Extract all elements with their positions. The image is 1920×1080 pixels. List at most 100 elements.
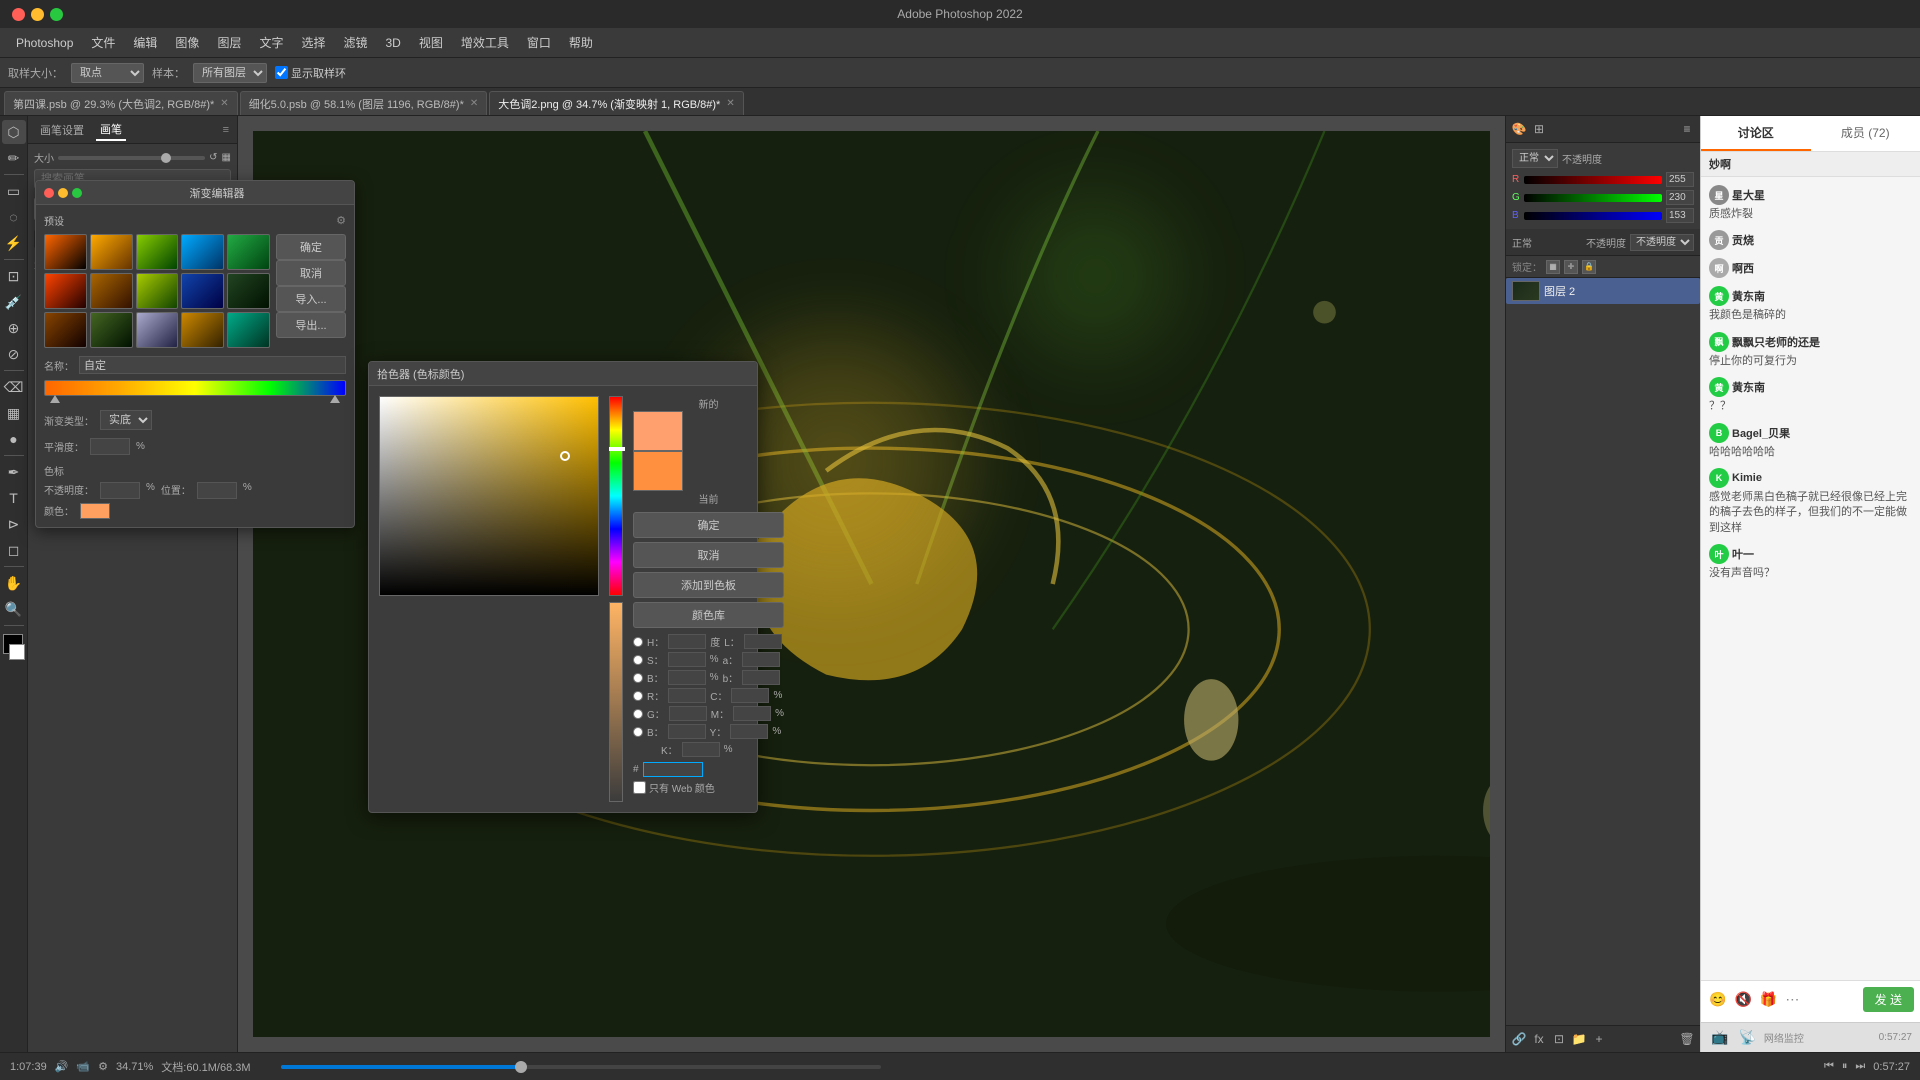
menu-select[interactable]: 选择 [293, 30, 333, 55]
brush-settings-tab[interactable]: 画笔设置 [36, 120, 88, 140]
cp-alpha-strip[interactable] [609, 602, 623, 802]
ge-color-swatch[interactable] [80, 503, 110, 519]
minimize-button[interactable] [31, 8, 44, 21]
new-layer-btn[interactable]: + [1590, 1030, 1608, 1048]
show-ring-checkbox-label[interactable]: 显示取样环 [275, 65, 346, 81]
cp-L-input[interactable]: 92 [744, 634, 782, 649]
cp-hue-strip[interactable] [609, 396, 623, 596]
tab-2-close[interactable]: ✕ [470, 98, 478, 109]
brush-panel-close[interactable]: ≡ [223, 124, 229, 136]
sample-select[interactable]: 所有图层 当前图层 [193, 63, 267, 83]
tool-stamp[interactable]: ⊘ [2, 342, 26, 366]
size-slider[interactable] [58, 156, 205, 160]
chat-more-btn[interactable]: ⋯ [1783, 989, 1801, 1010]
close-button[interactable] [12, 8, 25, 21]
ge-name-input[interactable] [79, 356, 238, 374]
ge-max[interactable] [72, 188, 82, 198]
cp-G-radio[interactable] [633, 709, 643, 719]
ge-preset-10[interactable] [227, 273, 238, 309]
canvas-area[interactable]: 拾色器 (色标颜色) [238, 116, 1505, 1052]
tool-brush[interactable]: ✏ [2, 146, 26, 170]
cp-add-swatches-btn[interactable]: 添加到色板 [633, 572, 784, 598]
cp-B-input[interactable]: 100 [668, 670, 706, 685]
cp-web-only-checkbox[interactable] [633, 781, 646, 794]
cp-B-radio[interactable] [633, 673, 643, 683]
brush-tab[interactable]: 画笔 [96, 119, 126, 141]
tool-gradient[interactable]: ▦ [2, 401, 26, 425]
progress-bar[interactable] [281, 1065, 881, 1069]
tab-1[interactable]: 第四课.psb @ 29.3% (大色调2, RGB/8#)* ✕ [4, 91, 238, 115]
cp-B2-input[interactable]: 153 [668, 724, 706, 739]
menu-image[interactable]: 图像 [167, 30, 207, 55]
tool-shape[interactable]: ◻ [2, 538, 26, 562]
lock-pixels-btn[interactable]: ▦ [1546, 260, 1560, 274]
status-pause-icon[interactable]: ⏸ [1842, 1060, 1848, 1073]
cp-K-input[interactable]: 0 [682, 742, 720, 757]
tool-eyedropper[interactable]: 💉 [2, 290, 26, 314]
menu-window[interactable]: 窗口 [519, 30, 559, 55]
color-r-input[interactable] [1666, 172, 1694, 187]
tab-3[interactable]: 大色调2.png @ 34.7% (渐变映射 1, RGB/8#)* ✕ [489, 91, 743, 115]
menu-type[interactable]: 文字 [251, 30, 291, 55]
layer-opacity-select[interactable]: 不透明度 [1630, 234, 1694, 251]
cp-H-radio[interactable] [633, 637, 643, 647]
tool-dodge[interactable]: ● [2, 427, 26, 451]
tool-marquee[interactable]: ▭ [2, 179, 26, 203]
add-style-btn[interactable]: fx [1530, 1030, 1548, 1048]
cp-gradient-box[interactable] [379, 396, 599, 596]
chat-gift-btn[interactable]: 🎁 [1758, 989, 1779, 1010]
tab-1-close[interactable]: ✕ [220, 98, 228, 109]
tool-lasso[interactable]: ◌ [2, 205, 26, 229]
ge-preset-15[interactable] [227, 312, 238, 348]
cp-M-input[interactable]: 13 [733, 706, 771, 721]
color-mode-select[interactable]: 正常 [1512, 149, 1558, 168]
menu-layer[interactable]: 图层 [209, 30, 249, 55]
cp-R-input[interactable]: 255 [668, 688, 706, 703]
delete-layer-btn[interactable]: 🗑 [1678, 1030, 1696, 1048]
panel-menu-icon[interactable]: ≡ [1678, 120, 1696, 138]
color-b-input[interactable] [1666, 208, 1694, 223]
menu-help[interactable]: 帮助 [561, 30, 601, 55]
ge-opacity-input[interactable] [100, 482, 140, 499]
cp-G-input[interactable]: 230 [669, 706, 707, 721]
ge-preset-8[interactable] [136, 273, 179, 309]
menu-photoshop[interactable]: Photoshop [8, 32, 81, 54]
ge-preset-5[interactable] [227, 234, 238, 270]
ge-type-select[interactable]: 实底 噪点 [100, 410, 152, 430]
chat-tab-members[interactable]: 成员 (72) [1811, 116, 1920, 151]
color-b-slider[interactable] [1524, 212, 1662, 220]
ge-preset-13[interactable] [136, 312, 179, 348]
color-g-slider[interactable] [1524, 194, 1662, 202]
ge-preset-3[interactable] [136, 234, 179, 270]
cp-H-input[interactable]: 45 [668, 634, 706, 649]
ge-preset-11[interactable] [44, 312, 87, 348]
menu-view[interactable]: 视图 [411, 30, 451, 55]
cp-S-radio[interactable] [633, 655, 643, 665]
cp-b2-input[interactable]: 41 [742, 670, 780, 685]
tool-zoom[interactable]: 🔍 [2, 597, 26, 621]
new-group-btn[interactable]: 📁 [1570, 1030, 1588, 1048]
sample-size-select[interactable]: 取点 3x3 平均 [71, 63, 144, 83]
chat-tab-discussion[interactable]: 讨论区 [1701, 116, 1811, 151]
status-video-icon[interactable]: 📹 [76, 1060, 90, 1073]
menu-file[interactable]: 文件 [83, 30, 123, 55]
chat-emoji-btn[interactable]: 😊 [1707, 989, 1728, 1010]
cp-B2-radio[interactable] [633, 727, 643, 737]
link-layers-btn[interactable]: 🔗 [1510, 1030, 1528, 1048]
tool-spot-heal[interactable]: ⊕ [2, 316, 26, 340]
cp-Y-input[interactable]: 47 [730, 724, 768, 739]
color-g-input[interactable] [1666, 190, 1694, 205]
cp-C-input[interactable]: 3 [731, 688, 769, 703]
ge-gradient-bar[interactable] [44, 380, 238, 396]
tool-pen[interactable]: ✒ [2, 460, 26, 484]
ge-preset-1[interactable] [44, 234, 87, 270]
cp-cancel-btn[interactable]: 取消 [633, 542, 784, 568]
menu-plugins[interactable]: 增效工具 [453, 30, 517, 55]
chat-send-btn[interactable]: 发 送 [1863, 987, 1914, 1012]
ge-preset-2[interactable] [90, 234, 133, 270]
cp-gradient-area[interactable] [379, 396, 599, 802]
ge-close[interactable] [44, 188, 54, 198]
cp-hex-input[interactable]: ffe699 [643, 762, 703, 777]
fg-bg-color-swatch[interactable] [0, 634, 28, 670]
show-ring-checkbox[interactable] [275, 66, 288, 79]
